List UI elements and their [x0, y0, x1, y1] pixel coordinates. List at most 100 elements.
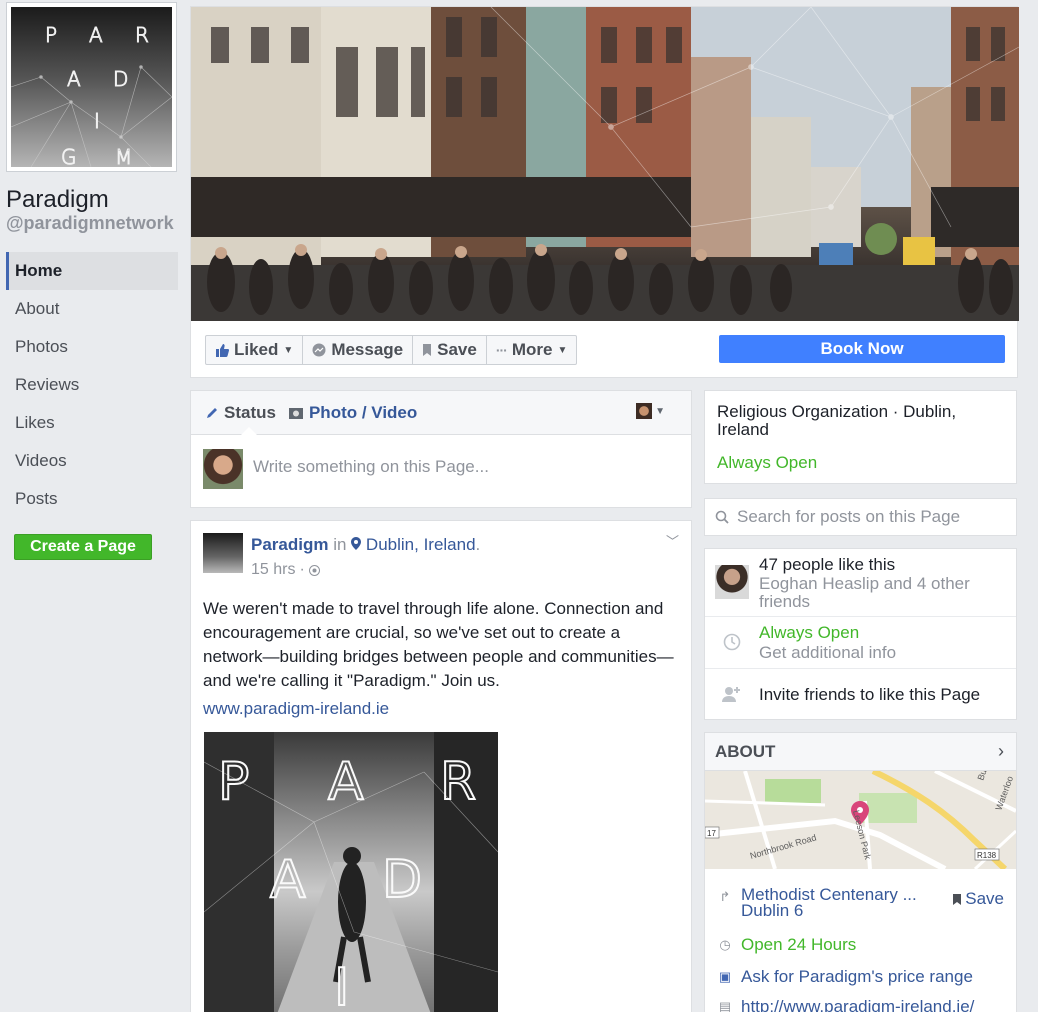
price-range-link[interactable]: Ask for Paradigm's price range — [741, 967, 973, 987]
additional-info-link[interactable]: Get additional info — [759, 643, 896, 663]
liked-label: Liked — [234, 340, 279, 359]
save-button[interactable]: Save — [413, 336, 487, 364]
save-location-button[interactable]: Save — [953, 889, 1004, 909]
composer-body — [191, 435, 691, 507]
avatar — [203, 449, 243, 489]
hours-status: Always Open — [759, 623, 860, 642]
profile-picture[interactable]: P A R A D I G M — [6, 2, 177, 172]
avatar — [715, 565, 749, 599]
messenger-icon — [312, 343, 326, 357]
post-location-link[interactable]: Dublin, Ireland — [366, 535, 476, 554]
search-icon — [715, 510, 729, 524]
cover-street-scene — [191, 7, 1019, 321]
logo-letter: I — [94, 109, 101, 134]
post-image-letter: R — [439, 751, 477, 813]
avatar — [636, 403, 653, 419]
map-route-label: R138 — [977, 851, 997, 860]
post-website-link[interactable]: www.paradigm-ireland.ie — [203, 699, 389, 719]
web-icon: ▤ — [718, 999, 732, 1012]
save-location-label: Save — [965, 889, 1004, 908]
post-image-letter: D — [381, 849, 423, 911]
invite-friends-row[interactable]: Invite friends to like this Page — [705, 669, 1016, 721]
nav-item-posts[interactable]: Posts — [6, 480, 178, 518]
page-search-input[interactable] — [737, 507, 1007, 527]
page-handle[interactable]: @paradigmnetwork — [6, 213, 174, 234]
price-range-row[interactable]: ▣ Ask for Paradigm's price range — [717, 967, 973, 987]
about-title: ABOUT — [715, 741, 776, 761]
post-image-letter: I — [333, 957, 350, 1012]
logo-letter: R — [135, 23, 150, 48]
clock-icon: ◷ — [719, 937, 731, 952]
address-row[interactable]: ↱ Methodist Centenary ... Dublin 6 — [717, 887, 937, 919]
website-link[interactable]: http://www.paradigm-ireland.ie/ — [741, 997, 974, 1012]
location-pin-icon — [351, 537, 362, 550]
cover-photo[interactable] — [191, 7, 1019, 321]
create-page-button[interactable]: Create a Page — [14, 534, 152, 560]
nav-item-home[interactable]: Home — [6, 252, 178, 290]
tab-photo-video[interactable]: Photo / Video — [288, 403, 417, 423]
more-label: More — [511, 340, 553, 359]
add-friend-icon — [722, 687, 740, 702]
message-button[interactable]: Message — [303, 336, 414, 364]
open-status: Always Open — [717, 453, 818, 472]
price-tag-icon: ▣ — [718, 969, 732, 984]
website-row[interactable]: ▤ http://www.paradigm-ireland.ie/ — [717, 997, 975, 1012]
globe-icon[interactable] — [308, 564, 320, 576]
hours-row: ◷ Open 24 Hours — [717, 935, 856, 955]
post-image[interactable]: P A R A D I — [204, 732, 498, 1012]
post-image-letter: A — [269, 849, 307, 911]
post-author-avatar[interactable] — [203, 533, 243, 573]
clock-icon — [723, 633, 741, 651]
nav-item-about[interactable]: About — [6, 290, 178, 328]
nav-item-videos[interactable]: Videos — [6, 442, 178, 480]
nav-item-likes[interactable]: Likes — [6, 404, 178, 442]
post-image-letter: A — [327, 751, 365, 813]
location-map[interactable]: Northbrook Road Leeson Park Waterloo Bu … — [705, 771, 1016, 869]
chevron-down-icon: ▼ — [557, 344, 568, 356]
left-column: P A R A D I G M Paradigm @paradigmnetwor… — [0, 0, 182, 1012]
tab-status[interactable]: Status — [205, 403, 276, 423]
profile-logo: P A R A D I G M — [11, 7, 172, 167]
more-button[interactable]: ··· More ▼ — [487, 336, 577, 364]
about-card: ABOUT › Northbrook Road Leeson Park Wate… — [704, 732, 1017, 1012]
logo-letter: A — [67, 67, 82, 92]
page-search-card — [704, 498, 1017, 536]
bookmark-icon — [423, 344, 432, 356]
thumbs-up-icon — [216, 344, 229, 357]
logo-letter: G — [61, 145, 77, 168]
nav-item-reviews[interactable]: Reviews — [6, 366, 178, 404]
post-header: Paradigm in Dublin, Ireland. — [251, 535, 481, 554]
more-dots-icon: ··· — [495, 342, 508, 358]
book-now-button[interactable]: Book Now — [719, 335, 1005, 363]
invite-friends-label: Invite friends to like this Page — [759, 685, 981, 704]
tab-photo-label: Photo / Video — [308, 402, 418, 422]
nav-item-photos[interactable]: Photos — [6, 328, 178, 366]
friends-who-like[interactable]: Eoghan Heaslip and 4 other friends — [759, 575, 999, 611]
active-tab-pointer — [241, 427, 257, 435]
page-nav: Home About Photos Reviews Likes Videos P… — [6, 252, 178, 518]
post-author-link[interactable]: Paradigm — [251, 535, 328, 554]
about-hours: Open 24 Hours — [741, 935, 857, 954]
hours-row[interactable]: Always Open Get additional info — [705, 617, 1016, 669]
address-line-2[interactable]: Dublin 6 — [741, 902, 937, 919]
post-as-selector[interactable]: ▼ — [636, 403, 665, 419]
map-graphic: Northbrook Road Leeson Park Waterloo Bu … — [705, 771, 1016, 869]
post-text: We weren't made to travel through life a… — [203, 599, 674, 690]
liked-button[interactable]: Liked ▼ — [206, 336, 304, 364]
page-name[interactable]: Paradigm — [6, 186, 109, 214]
camera-icon — [288, 407, 303, 419]
chevron-down-icon: ▼ — [283, 344, 294, 356]
post-timestamp[interactable]: 15 hrs — [251, 561, 295, 579]
post-composer: Status Photo / Video ▼ — [190, 390, 692, 508]
chevron-down-icon: ▼ — [655, 405, 665, 417]
feed-post: Paradigm in Dublin, Ireland. 15 hrs · ﹀ … — [190, 520, 692, 1012]
page-category[interactable]: Religious Organization · Dublin, Ireland — [717, 403, 1004, 439]
post-image-letter: P — [217, 751, 250, 813]
likes-summary-row[interactable]: 47 people like this Eoghan Heaslip and 4… — [705, 549, 1016, 617]
post-meta: 15 hrs · — [251, 561, 320, 579]
composer-input[interactable] — [253, 457, 673, 477]
map-route-label: 17 — [707, 829, 716, 838]
page-action-bar: Liked ▼ Message Save ··· More ▼ — [205, 335, 578, 365]
about-header[interactable]: ABOUT › — [705, 733, 1016, 771]
post-options-chevron-icon[interactable]: ﹀ — [666, 531, 679, 550]
